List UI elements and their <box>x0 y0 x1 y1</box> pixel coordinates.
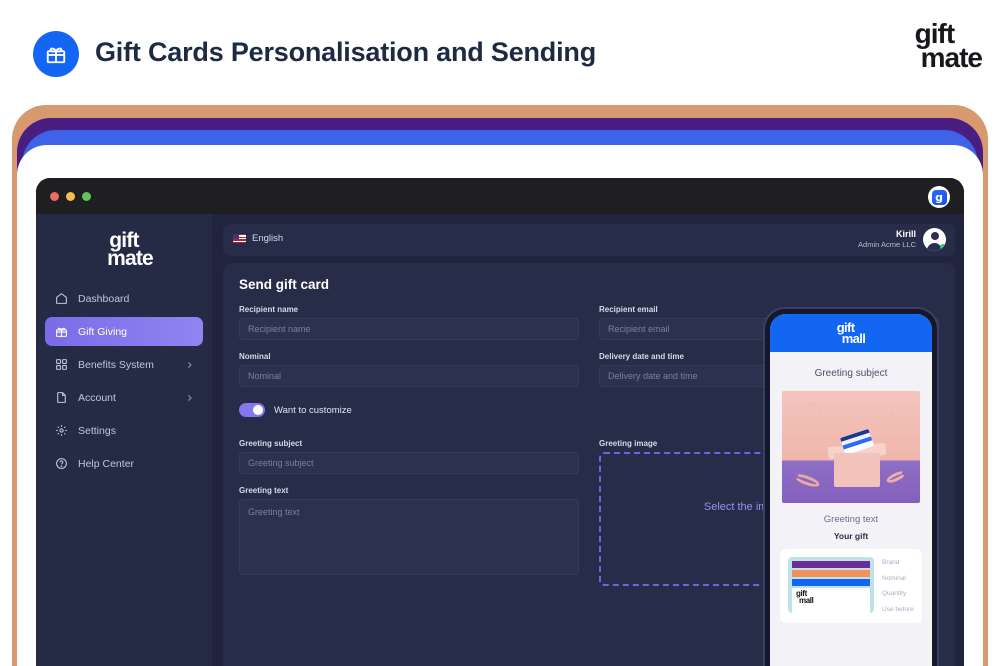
main-area: English Kirill Admin Acme LLC Send gift … <box>212 214 964 666</box>
preview-your-gift-label: Your gift <box>833 531 869 541</box>
logo-line-2: mate <box>920 42 983 74</box>
user-role: Admin Acme LLC <box>858 240 916 250</box>
sidebar-item-label: Help Center <box>78 457 135 470</box>
chevron-right-icon <box>187 361 192 368</box>
meta-label: Use before <box>882 605 914 613</box>
sidebar-logo-line-2: mate <box>107 247 154 271</box>
phone-header: gift mall <box>770 314 932 352</box>
app-body: gift mate Dashboard Gift Giving Benefits… <box>36 214 964 666</box>
field-label: Nominal <box>239 352 271 361</box>
grid-icon <box>54 357 69 372</box>
gift-card-logo: gift mall <box>796 590 866 605</box>
us-flag-icon <box>233 234 246 243</box>
form-column-greeting: Greeting subject Greeting subject Greeti… <box>239 439 579 587</box>
sidebar-item-label: Benefits System <box>78 358 154 371</box>
sidebar-logo: gift mate <box>36 230 212 271</box>
preview-greeting-subject: Greeting subject <box>814 368 888 379</box>
gift-icon <box>33 31 79 77</box>
close-icon[interactable] <box>50 192 59 201</box>
document-icon <box>54 390 69 405</box>
greeting-subject-input[interactable]: Greeting subject <box>239 452 579 474</box>
language-selector[interactable]: English <box>233 233 283 244</box>
user-info: Kirill Admin Acme LLC <box>858 229 916 250</box>
gear-icon <box>54 423 69 438</box>
app-icon-letter: g <box>931 189 947 205</box>
maximize-icon[interactable] <box>82 192 91 201</box>
field-label: Greeting subject <box>239 439 303 448</box>
topbar: English Kirill Admin Acme LLC <box>223 224 955 256</box>
user-name: Kirill <box>895 229 916 240</box>
giftmall-logo: gift mall <box>837 321 866 346</box>
phone-preview: gift mall Greeting subject Greeting text… <box>765 309 937 666</box>
sidebar-item-label: Dashboard <box>78 292 130 305</box>
phone-logo-line-2: mall <box>841 331 866 346</box>
customize-toggle-label: Want to customize <box>274 404 352 416</box>
sidebar-item-gift-giving[interactable]: Gift Giving <box>45 317 203 347</box>
greeting-text-textarea[interactable]: Greeting text <box>239 499 579 575</box>
question-circle-icon <box>54 456 69 471</box>
field-nominal: Nominal Nominal <box>239 352 579 387</box>
sidebar-item-label: Gift Giving <box>78 325 128 338</box>
gift-icon <box>54 324 69 339</box>
gift-card-logo-line-2: mall <box>799 595 814 605</box>
home-icon <box>54 291 69 306</box>
avatar[interactable] <box>923 228 946 251</box>
recipient-name-input[interactable]: Recipient name <box>239 318 579 340</box>
phone-screen: gift mall Greeting subject Greeting text… <box>770 314 932 666</box>
preview-greeting-text: Greeting text <box>823 514 879 525</box>
minimize-icon[interactable] <box>66 192 75 201</box>
preview-gift-card: gift mall <box>788 557 874 614</box>
meta-label: Brand <box>882 559 900 566</box>
meta-label: Quantity <box>882 590 907 598</box>
customize-toggle[interactable] <box>239 403 265 417</box>
panel-title: Send gift card <box>239 277 330 292</box>
field-label: Greeting text <box>239 486 289 495</box>
field-greeting-text: Greeting text Greeting text <box>239 486 579 575</box>
user-menu[interactable]: Kirill Admin Acme LLC <box>858 228 946 251</box>
window-titlebar: g <box>36 178 964 214</box>
traffic-lights <box>50 192 91 201</box>
sidebar-item-benefits-system[interactable]: Benefits System <box>45 350 203 379</box>
sidebar-item-label: Account <box>78 391 116 404</box>
nominal-input[interactable]: Nominal <box>239 365 579 387</box>
page-title: Gift Cards Personalisation and Sending <box>95 37 596 67</box>
field-recipient-name: Recipient name Recipient name <box>239 305 579 340</box>
sidebar-item-label: Settings <box>78 424 116 437</box>
app-icon[interactable]: g <box>928 186 950 208</box>
page-banner: Gift Cards Personalisation and Sending g… <box>0 0 1000 108</box>
sidebar-item-help-center[interactable]: Help Center <box>45 449 203 478</box>
sidebar: gift mate Dashboard Gift Giving Benefits… <box>36 214 212 666</box>
meta-label: Nominal <box>882 574 906 582</box>
language-label: English <box>252 233 284 244</box>
field-greeting-subject: Greeting subject Greeting subject <box>239 439 579 474</box>
chevron-right-icon <box>187 394 192 401</box>
preview-greeting-image <box>782 391 920 503</box>
sidebar-item-settings[interactable]: Settings <box>45 416 203 445</box>
form-column-left: Recipient name Recipient name Nominal No… <box>239 305 579 399</box>
browser-window: g gift mate Dashboard Gift Giving Benefi… <box>36 178 964 666</box>
field-label: Recipient name <box>239 305 299 314</box>
preview-gift-card-panel: gift mall Brand Nominal Quantity Use bef… <box>780 549 922 623</box>
preview-gift-card-meta: Brand Nominal Quantity Use before <box>882 557 914 615</box>
sidebar-item-account[interactable]: Account <box>45 383 203 412</box>
status-badge <box>940 244 946 250</box>
sidebar-nav: Dashboard Gift Giving Benefits System Ac… <box>36 284 212 478</box>
sidebar-item-dashboard[interactable]: Dashboard <box>45 284 203 313</box>
giftmate-logo: gift mate <box>915 19 983 74</box>
